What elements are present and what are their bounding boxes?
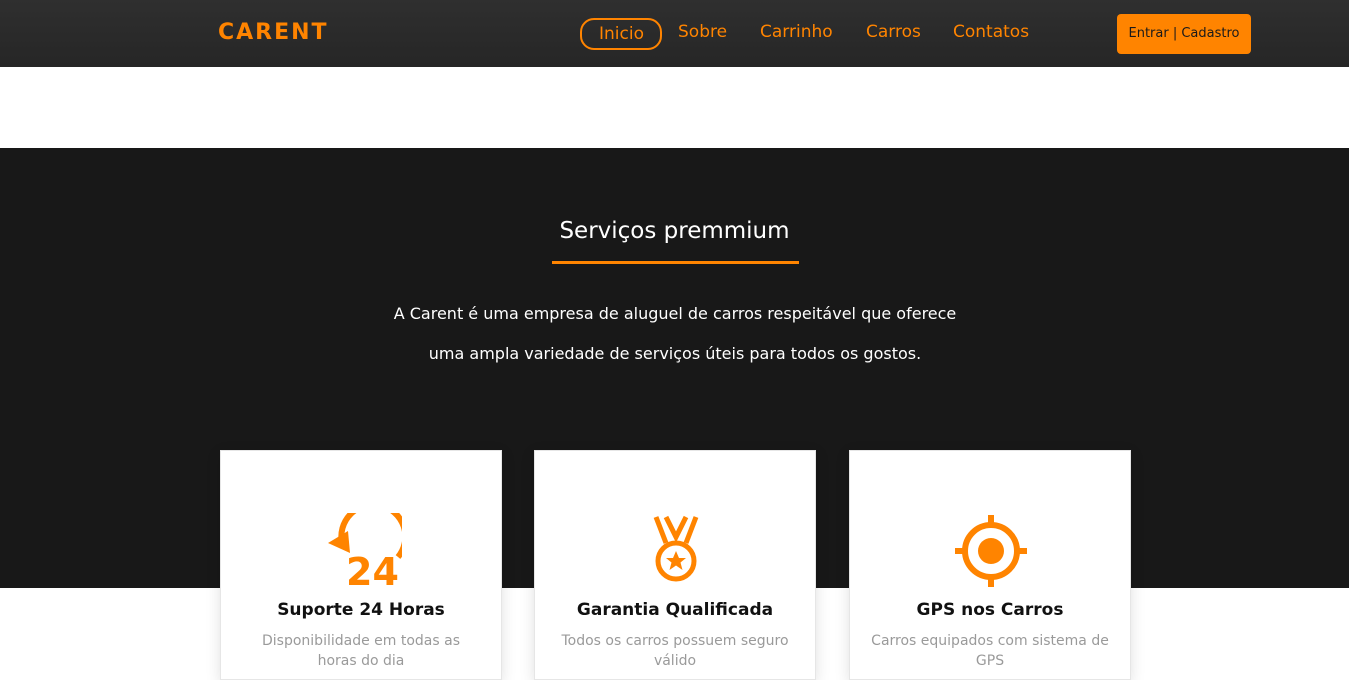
title-underline (552, 261, 799, 264)
nav-item-carros[interactable]: Carros (866, 22, 921, 42)
card-title: Garantia Qualificada (576, 600, 774, 620)
gps-target-icon (955, 515, 1027, 587)
card-text: Disponibilidade em todas as horas do dia (262, 633, 460, 669)
nav-item-carrinho[interactable]: Carrinho (760, 22, 833, 42)
card-title: Suporte 24 Horas (277, 600, 445, 620)
nav-item-inicio[interactable]: Inicio (580, 18, 662, 50)
svg-text:24: 24 (346, 550, 399, 593)
services-description-line1: A Carent é uma empresa de aluguel de car… (393, 304, 957, 323)
nav-item-sobre[interactable]: Sobre (678, 22, 727, 42)
medal-icon (653, 515, 699, 582)
navbar: CARENT Inicio Sobre Carrinho Carros Cont… (0, 0, 1349, 67)
service-card-gps: GPS nos Carros Carros equipados com sist… (849, 450, 1131, 680)
login-register-button[interactable]: Entrar | Cadastro (1117, 14, 1251, 54)
service-card-warranty: Garantia Qualificada Todos os carros pos… (534, 450, 816, 680)
services-description: A Carent é uma empresa de aluguel de car… (340, 294, 1010, 374)
card-text: Todos os carros possuem seguro válido (561, 633, 789, 669)
card-text: Carros equipados com sistema de GPS (871, 633, 1109, 669)
logo[interactable]: CARENT (218, 20, 329, 45)
services-title: Serviços premmium (559, 218, 790, 244)
service-card-support: 24 Suporte 24 Horas Disponibilidade em t… (220, 450, 502, 680)
card-title: GPS nos Carros (916, 600, 1064, 620)
services-description-line2: uma ampla variedade de serviços úteis pa… (428, 344, 922, 363)
nav-item-contatos[interactable]: Contatos (953, 22, 1029, 42)
support-24h-icon: 24 (328, 513, 402, 593)
